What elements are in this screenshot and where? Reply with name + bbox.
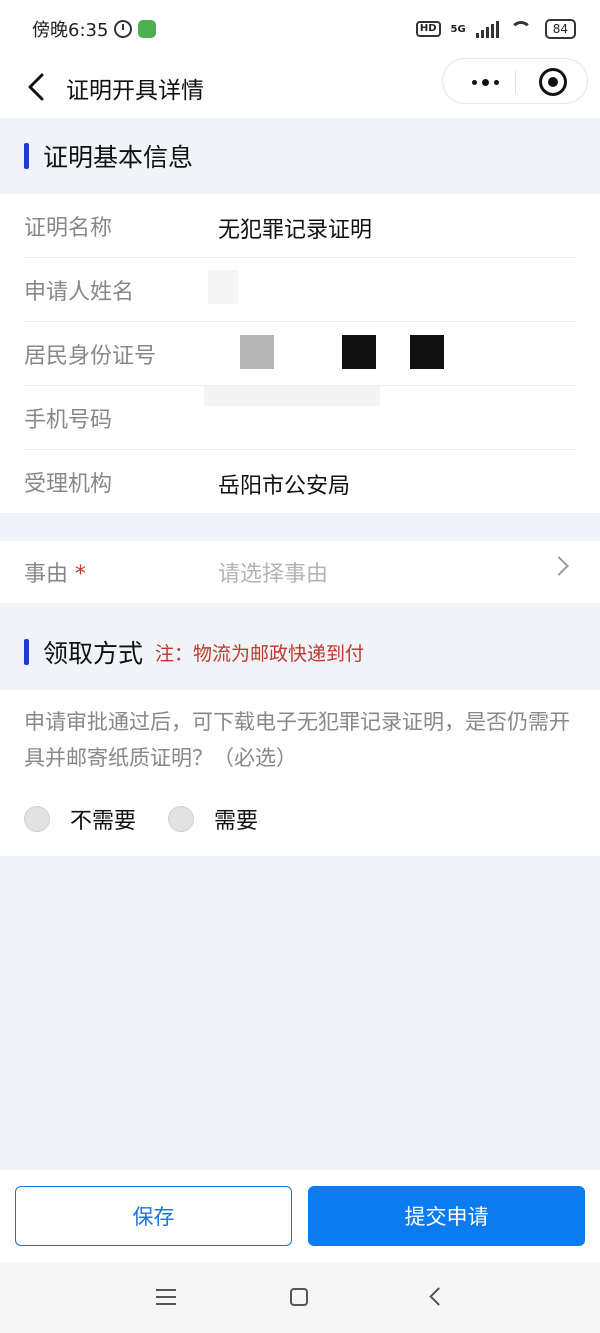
battery-icon: 84: [544, 19, 576, 39]
redaction-mask: [342, 335, 376, 369]
redaction-mask: [240, 335, 274, 369]
alarm-icon: [114, 20, 133, 38]
pickup-card: 申请审批通过后，可下载电子无犯罪记录证明，是否仍需开具并邮寄纸质证明？（必选） …: [0, 690, 600, 856]
radio-button[interactable]: [168, 806, 195, 832]
redaction-mask: [208, 270, 238, 304]
reason-selector[interactable]: 事由 * 请选择事由: [24, 541, 576, 603]
wifi-icon: [509, 20, 535, 38]
app-notification-icon: [138, 20, 157, 38]
chevron-right-icon: [549, 556, 569, 576]
network-type: 5G: [450, 23, 466, 35]
option-not-needed[interactable]: 不需要: [24, 803, 136, 835]
redaction-mask: [410, 335, 444, 369]
field-row-agency: 受理机构 岳阳市公安局: [24, 450, 576, 513]
field-label: 受理机构: [24, 472, 113, 497]
pickup-question: 申请审批通过后，可下载电子无犯罪记录证明，是否仍需开具并邮寄纸质证明？（必选）: [24, 710, 570, 770]
basic-info-title: 证明基本信息: [43, 143, 194, 172]
system-nav-bar: [0, 1262, 600, 1333]
pickup-note: 注：物流为邮政快递到付: [155, 642, 365, 665]
page-title: 证明开具详情: [66, 78, 204, 104]
basic-info-card: 证明名称 无犯罪记录证明 申请人姓名 居民身份证号 手机号码 受理机构 岳阳市公…: [0, 194, 600, 513]
section-marker: [24, 143, 29, 169]
capsule-divider: [515, 71, 516, 93]
pickup-title: 领取方式: [43, 639, 144, 668]
submit-button[interactable]: 提交申请: [308, 1186, 585, 1246]
radio-button[interactable]: [24, 806, 50, 832]
section-marker: [24, 639, 29, 665]
option-needed[interactable]: 需要: [168, 803, 258, 835]
field-label: 手机号码: [24, 408, 113, 433]
field-row-phone: 手机号码: [24, 386, 576, 450]
action-bar: 保存 提交申请: [0, 1170, 600, 1262]
field-label: 证明名称: [24, 216, 113, 241]
reason-label: 事由 *: [24, 562, 87, 587]
status-bar: 傍晚6:35 HD 5G 84: [0, 0, 600, 58]
option-label: 需要: [214, 809, 259, 834]
menu-icon[interactable]: [156, 1289, 176, 1305]
required-mark: *: [75, 562, 87, 587]
save-button[interactable]: 保存: [15, 1186, 292, 1246]
redaction-mask: [204, 386, 380, 406]
target-icon[interactable]: [539, 68, 567, 96]
back-icon[interactable]: [24, 70, 54, 104]
hd-icon: HD: [415, 21, 441, 37]
more-icon[interactable]: [465, 72, 505, 92]
pickup-options: 不需要 需要: [0, 776, 600, 846]
basic-info-header: 证明基本信息: [0, 118, 600, 194]
reason-card: 事由 * 请选择事由: [0, 541, 600, 603]
home-icon[interactable]: [290, 1288, 308, 1306]
mini-program-capsule: [442, 58, 588, 104]
signal-icon: [475, 20, 499, 38]
field-value: 无犯罪记录证明: [218, 218, 373, 243]
option-label: 不需要: [70, 809, 137, 834]
nav-bar: 证明开具详情: [0, 58, 600, 118]
field-label: 居民身份证号: [24, 344, 157, 369]
field-value: 岳阳市公安局: [218, 474, 351, 499]
reason-placeholder: 请选择事由: [218, 562, 329, 587]
field-row-applicant-name: 申请人姓名: [24, 258, 576, 322]
pickup-header: 领取方式 注：物流为邮政快递到付: [0, 614, 600, 690]
status-time: 傍晚6:35: [32, 20, 109, 41]
field-row-id-number: 居民身份证号: [24, 322, 576, 386]
system-back-icon[interactable]: [429, 1287, 448, 1306]
field-row-cert-name: 证明名称 无犯罪记录证明: [24, 194, 576, 258]
field-label: 申请人姓名: [24, 280, 135, 305]
